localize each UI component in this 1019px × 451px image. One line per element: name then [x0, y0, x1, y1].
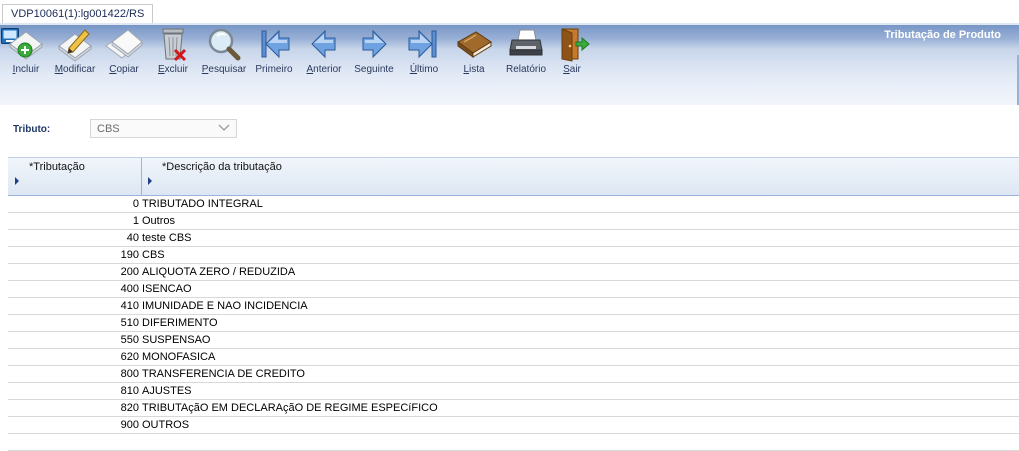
table-row[interactable]: 550 SUSPENSAO	[8, 332, 1019, 349]
sort-arrow-icon	[15, 177, 19, 185]
relatorio-button[interactable]: Relatório	[500, 26, 552, 78]
anterior-label: Anterior	[306, 64, 342, 75]
book-icon	[448, 26, 500, 62]
column-header-tributacao[interactable]: *Tributação	[8, 158, 142, 196]
pesquisar-label: Pesquisar	[201, 64, 247, 75]
table-row[interactable]: 410 IMUNIDADE E NAO INCIDENCIA	[8, 298, 1019, 315]
modificar-label: Modificar	[54, 64, 96, 75]
table-row[interactable]: 40 teste CBS	[8, 230, 1019, 247]
table-row[interactable]: 0 TRIBUTADO INTEGRAL	[8, 196, 1019, 213]
descricao-cell: teste CBS	[142, 232, 192, 244]
primeiro-label: Primeiro	[255, 64, 293, 75]
modificar-button[interactable]: Modificar	[49, 26, 101, 78]
grid-body: 0 TRIBUTADO INTEGRAL 1 Outros 40 teste CBS 190…	[8, 196, 1019, 451]
copiar-button[interactable]: Copiar	[98, 26, 150, 78]
descricao-cell: OUTROS	[142, 419, 190, 431]
tributacao-code-cell: 1	[132, 215, 139, 227]
tributacao-grid: *Tributação *Descrição da tributação 0 TR…	[8, 157, 1019, 451]
tributacao-code-cell: 40	[126, 232, 139, 244]
printer-icon	[500, 26, 552, 62]
tributacao-code-cell: 800	[120, 368, 139, 380]
copiar-label: Copiar	[109, 64, 139, 75]
incluir-label: Incluir	[12, 64, 40, 75]
excluir-button[interactable]: Excluir	[147, 26, 199, 78]
ultimo-label: Último	[409, 64, 439, 75]
lista-label: Lista	[463, 64, 485, 75]
table-row[interactable]: 1 Outros	[8, 213, 1019, 230]
column-header-descricao[interactable]: *Descrição da tributação	[142, 158, 1019, 196]
tributacao-code-cell: 510	[120, 317, 139, 329]
tab-program[interactable]: VDP10061(1):lg001422/RS	[2, 4, 154, 24]
copy-icon	[98, 26, 150, 62]
descricao-cell: TRANSFERENCIA DE CREDITO	[142, 368, 305, 380]
table-row[interactable]: 900 OUTROS	[8, 417, 1019, 434]
column-header-label: *Tributação	[29, 161, 85, 173]
tributo-label: Tributo:	[13, 124, 51, 135]
tributacao-code-cell: 410	[120, 300, 139, 312]
table-row[interactable]: 190 CBS	[8, 247, 1019, 264]
table-row[interactable]: 620 MONOFASICA	[8, 349, 1019, 366]
first-icon	[248, 26, 300, 62]
descricao-cell: CBS	[142, 249, 165, 261]
incluir-button[interactable]: Incluir	[0, 26, 52, 78]
tributo-value: CBS	[97, 123, 120, 135]
primeiro-button[interactable]: Primeiro	[248, 26, 300, 78]
grid-header: *Tributação *Descrição da tributação	[8, 157, 1019, 196]
seguinte-button[interactable]: Seguinte	[348, 26, 400, 78]
tributacao-code-cell: 820	[120, 402, 139, 414]
pesquisar-button[interactable]: Pesquisar	[198, 26, 250, 78]
edit-icon	[49, 26, 101, 62]
ultimo-button[interactable]: Último	[398, 26, 450, 78]
trash-icon	[147, 26, 199, 62]
window-title: Tributação de Produto	[884, 29, 1001, 41]
table-row[interactable]: 800 TRANSFERENCIA DE CREDITO	[8, 366, 1019, 383]
seguinte-label: Seguinte	[354, 64, 394, 75]
tributacao-code-cell: 810	[120, 385, 139, 397]
descricao-cell: ISENCAO	[142, 283, 192, 295]
chevron-down-icon[interactable]	[218, 123, 230, 136]
search-icon	[198, 26, 250, 62]
descricao-cell: TRIBUTADO INTEGRAL	[142, 198, 263, 210]
descricao-cell: IMUNIDADE E NAO INCIDENCIA	[142, 300, 308, 312]
exit-door-icon	[546, 26, 598, 62]
relatorio-label: Relatório	[505, 64, 547, 75]
table-row[interactable]: 810 AJUSTES	[8, 383, 1019, 400]
tab-strip: VDP10061(1):lg001422/RS	[0, 0, 1019, 25]
add-icon	[0, 26, 52, 62]
table-row[interactable]: 820 TRIBUTAçãO EM DECLARAçãO DE REGIME ES…	[8, 400, 1019, 417]
descricao-cell: Outros	[142, 215, 176, 227]
descricao-cell: MONOFASICA	[142, 351, 216, 363]
tributo-select[interactable]: CBS	[90, 119, 237, 138]
last-icon	[398, 26, 450, 62]
sair-label: Sair	[563, 64, 581, 75]
excluir-label: Excluir	[157, 64, 188, 75]
lista-button[interactable]: Lista	[448, 26, 500, 78]
table-row[interactable]: 400 ISENCAO	[8, 281, 1019, 298]
tributacao-code-cell: 190	[120, 249, 139, 261]
sair-button[interactable]: Sair	[546, 26, 598, 78]
descricao-cell: DIFERIMENTO	[142, 317, 218, 329]
tributacao-code-cell: 620	[120, 351, 139, 363]
table-row[interactable]: 510 DIFERIMENTO	[8, 315, 1019, 332]
next-icon	[348, 26, 400, 62]
anterior-button[interactable]: Anterior	[298, 26, 350, 78]
descricao-cell: SUSPENSAO	[142, 334, 211, 346]
tributacao-code-cell: 0	[132, 198, 139, 210]
descricao-cell: AJUSTES	[142, 385, 192, 397]
tributacao-code-cell: 200	[120, 266, 139, 278]
tributacao-code-cell: 400	[120, 283, 139, 295]
tributacao-code-cell: 900	[120, 419, 139, 431]
sort-arrow-icon	[148, 177, 152, 185]
column-header-label: *Descrição da tributação	[162, 161, 282, 173]
descricao-cell: ALIQUOTA ZERO / REDUZIDA	[142, 266, 296, 278]
descricao-cell: TRIBUTAçãO EM DECLARAçãO DE REGIME ESPEC…	[142, 402, 438, 414]
tributacao-code-cell: 550	[120, 334, 139, 346]
empty-row	[8, 434, 1019, 451]
previous-icon	[298, 26, 350, 62]
table-row[interactable]: 200 ALIQUOTA ZERO / REDUZIDA	[8, 264, 1019, 281]
